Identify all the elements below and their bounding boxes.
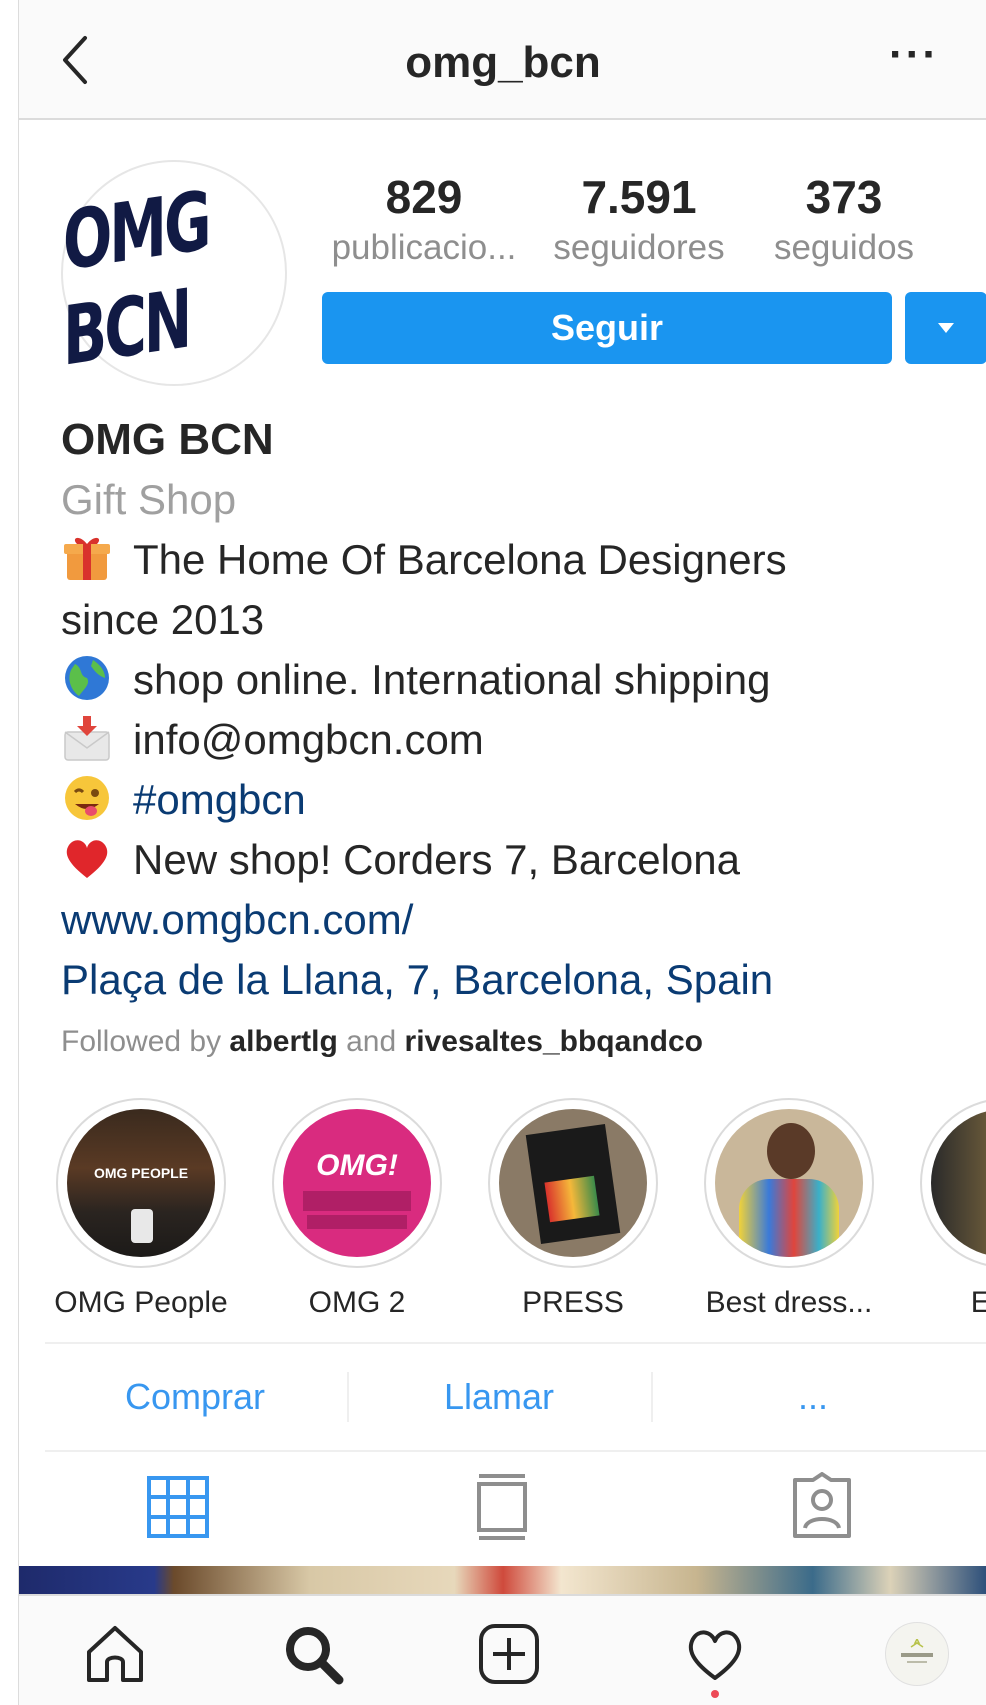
highlight-thumbnail-person-head <box>767 1123 815 1179</box>
highlight-item[interactable]: OMG PEOPLE OMG People <box>41 1098 241 1320</box>
heart-outline-icon <box>688 1630 742 1680</box>
profile-actions-row: Comprar Llamar ... <box>45 1342 986 1452</box>
highlight-label: OMG People <box>54 1286 228 1319</box>
highlight-ring <box>488 1098 658 1268</box>
followed-by-text[interactable]: Followed by albertlg and rivesaltes_bbqa… <box>61 1014 961 1070</box>
profile-stats: 829 publicacio... 7.591 seguidores 373 s… <box>319 170 959 280</box>
profile-name: OMG BCN <box>61 415 274 464</box>
highlight-label: Expa <box>905 1286 986 1320</box>
suggestions-dropdown-button[interactable] <box>905 292 986 364</box>
highlight-thumbnail-text: OMG! <box>316 1149 398 1182</box>
followed-by-joiner: and <box>346 1025 397 1058</box>
tagged-person-icon <box>793 1472 851 1538</box>
top-navigation-bar: omg_bcn ··· <box>19 0 986 120</box>
profile-category: Gift Shop <box>61 476 237 523</box>
profile-avatar[interactable]: OMG BCN <box>61 160 287 386</box>
grid-icon <box>147 1476 209 1538</box>
highlight-thumbnail-magazine-art <box>544 1175 600 1223</box>
nav-activity[interactable] <box>683 1622 747 1686</box>
call-button[interactable]: Llamar <box>349 1344 649 1450</box>
highlight-label: OMG 2 <box>308 1286 406 1319</box>
highlight-thumbnail: OMG! <box>283 1109 431 1257</box>
highlight-thumbnail-text: OMG PEOPLE <box>93 1165 189 1181</box>
stat-followers-value: 7.591 <box>581 171 697 223</box>
highlight-thumbnail <box>715 1109 863 1257</box>
bio-line: shop online. International shipping <box>61 650 961 710</box>
envelope-icon <box>64 716 110 761</box>
avatar-logo-text: OMG BCN <box>63 172 209 385</box>
highlight-thumbnail-stripe <box>303 1191 411 1211</box>
highlight-thumbnail: OMG PEOPLE <box>67 1109 215 1257</box>
heart-icon <box>66 840 108 878</box>
bio-line: since 2013 <box>61 590 961 650</box>
stat-following-label: seguidos <box>773 228 915 267</box>
bio-hashtag-link[interactable]: #omgbcn <box>133 776 306 823</box>
highlight-item[interactable]: Best dress... <box>689 1098 889 1320</box>
website-link[interactable]: www.omgbcn.com/ <box>61 890 961 950</box>
nav-search[interactable] <box>281 1622 345 1686</box>
nav-home[interactable] <box>83 1622 147 1686</box>
globe-icon <box>65 656 109 700</box>
highlight-thumbnail-figure <box>131 1209 153 1243</box>
highlight-label: Best dress... <box>705 1286 873 1319</box>
stat-following-value: 373 <box>805 171 883 223</box>
bio-line: info@omgbcn.com <box>61 710 961 770</box>
follower-username[interactable]: albertlg <box>229 1025 337 1058</box>
photo-grid-peek[interactable] <box>19 1566 986 1594</box>
stat-followers[interactable]: 7.591 seguidores <box>529 170 749 268</box>
page-title: omg_bcn <box>405 38 601 87</box>
follow-button[interactable]: Seguir <box>322 292 892 364</box>
bio-line: New shop! Corders 7, Barcelona <box>61 830 961 890</box>
highlight-thumbnail <box>499 1109 647 1257</box>
bio-text-newshop: New shop! Corders 7, Barcelona <box>133 836 740 883</box>
highlight-ring: OMG PEOPLE <box>56 1098 226 1268</box>
stat-followers-label: seguidores <box>553 228 725 267</box>
highlight-thumbnail <box>931 1109 986 1257</box>
bio-line: The Home Of Barcelona Designers <box>61 530 961 590</box>
bio-line: #omgbcn <box>61 770 961 830</box>
highlight-item[interactable]: OMG! OMG 2 <box>257 1098 457 1320</box>
gift-icon <box>64 537 110 580</box>
bio-text-tagline: The Home Of Barcelona Designers <box>133 536 787 583</box>
story-highlights: OMG PEOPLE OMG People OMG! OMG 2 PRESS B… <box>19 1098 986 1338</box>
highlight-ring <box>704 1098 874 1268</box>
phone-screen: omg_bcn ··· OMG BCN 829 publicacio... 7.… <box>18 0 986 1705</box>
tab-tagged[interactable] <box>787 1472 857 1542</box>
nav-profile-avatar[interactable] <box>885 1622 949 1686</box>
highlight-ring: OMG! <box>272 1098 442 1268</box>
bio-text-shop: shop online. International shipping <box>133 656 771 703</box>
caret-down-icon <box>938 323 954 333</box>
highlight-item[interactable]: Expa <box>905 1098 986 1320</box>
tab-feed[interactable] <box>467 1472 537 1542</box>
highlight-thumbnail-stripe <box>307 1215 407 1229</box>
winking-face-icon <box>65 776 109 820</box>
bottom-navigation-bar <box>19 1594 986 1705</box>
feed-view-icon <box>477 1474 527 1540</box>
tab-grid[interactable] <box>143 1472 213 1542</box>
stat-posts[interactable]: 829 publicacio... <box>319 170 529 268</box>
content-tabs <box>19 1450 986 1568</box>
add-post-icon <box>479 1624 539 1684</box>
home-icon <box>87 1626 143 1682</box>
nav-new-post[interactable] <box>477 1622 541 1686</box>
highlight-label: PRESS <box>522 1286 624 1319</box>
bio-text-since: since 2013 <box>61 596 265 643</box>
follower-username[interactable]: rivesaltes_bbqandco <box>405 1025 703 1058</box>
stat-following[interactable]: 373 seguidos <box>749 170 939 268</box>
more-actions-button[interactable]: ... <box>653 1344 973 1450</box>
stat-posts-label: publicacio... <box>331 228 517 267</box>
profile-avatar-icon <box>901 1639 933 1663</box>
bio-text-email[interactable]: info@omgbcn.com <box>133 716 484 763</box>
address-link[interactable]: Plaça de la Llana, 7, Barcelona, Spain <box>61 950 961 1010</box>
highlight-item[interactable]: PRESS <box>473 1098 673 1320</box>
search-icon <box>286 1627 344 1685</box>
followed-by-prefix: Followed by <box>61 1025 222 1058</box>
activity-notification-dot <box>711 1690 719 1698</box>
more-options-button[interactable]: ··· <box>889 30 939 80</box>
stat-posts-value: 829 <box>385 171 463 223</box>
highlight-ring <box>920 1098 986 1268</box>
highlight-thumbnail-person-body <box>739 1179 839 1257</box>
shop-button[interactable]: Comprar <box>45 1344 345 1450</box>
profile-bio: OMG BCN Gift Shop The Home Of Barcelona … <box>61 410 961 1070</box>
